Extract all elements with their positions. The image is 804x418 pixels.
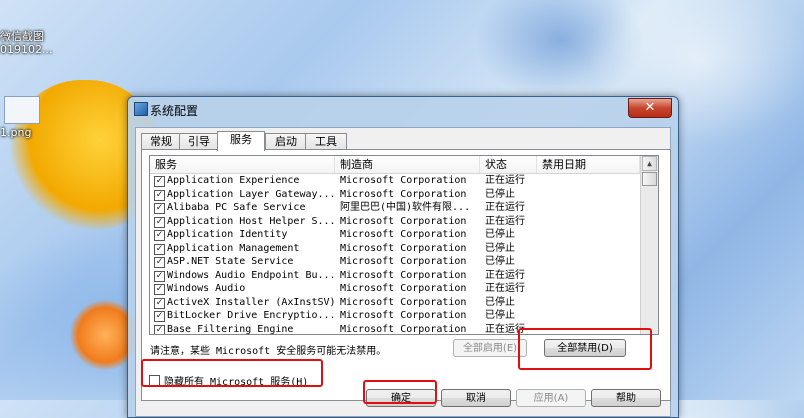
highlight-ok	[363, 380, 437, 404]
column-header-service[interactable]: 服务	[150, 156, 335, 173]
service-checkbox[interactable]: ✓	[154, 297, 165, 309]
table-row[interactable]: ✓ Windows Audio Endpoint Bu... Microsoft C…	[150, 269, 640, 283]
service-status: 已停止	[485, 296, 515, 308]
service-vendor: Microsoft Corporation	[340, 256, 467, 267]
table-row[interactable]: ✓ Application Identity Microsoft Corporati…	[150, 228, 640, 242]
table-row[interactable]: ✓ BitLocker Drive Encryptio... Microsoft C…	[150, 309, 640, 323]
service-checkbox[interactable]: ✓	[154, 230, 165, 241]
service-name: Application Experience	[167, 175, 300, 186]
cancel-button[interactable]: 取消	[441, 389, 511, 407]
tab-general[interactable]: 常规	[141, 133, 181, 150]
table-row[interactable]: ✓ Application Layer Gateway... Microsoft C…	[150, 188, 640, 202]
tab-startup[interactable]: 启动	[265, 133, 307, 150]
service-rows: ✓ Application Experience Microsoft Corpora…	[150, 174, 640, 335]
service-checkbox[interactable]: ✓	[154, 216, 165, 228]
list-header: 服务 制造商 状态 禁用日期	[150, 156, 640, 174]
service-checkbox[interactable]: ✓	[154, 189, 165, 201]
desktop-icon-label: 微信截图	[0, 30, 44, 43]
service-status: 正在运行	[485, 283, 525, 294]
service-vendor: 阿里巴巴(中国)软件有限...	[340, 202, 471, 213]
highlight-hide-microsoft	[141, 359, 323, 387]
service-checkbox[interactable]: ✓	[154, 243, 165, 255]
column-header-status[interactable]: 状态	[480, 156, 537, 173]
list-scrollbar[interactable]: ▲	[640, 156, 658, 334]
service-status: 已停止	[485, 242, 515, 254]
service-status: 已停止	[485, 188, 515, 200]
service-checkbox[interactable]: ✓	[154, 270, 165, 282]
service-status: 正在运行	[485, 269, 525, 281]
security-note: 请注意，某些 Microsoft 安全服务可能无法禁用。	[150, 346, 387, 357]
desktop-icon-label: 1.png	[0, 126, 32, 139]
apply-button[interactable]: 应用(A)	[516, 389, 586, 407]
msconfig-icon	[134, 102, 148, 116]
service-name: Application Management	[167, 242, 300, 254]
table-row[interactable]: ✓ Windows Audio Microsoft Corporation 正在运行	[150, 282, 640, 296]
service-vendor: Microsoft Corporation	[340, 242, 467, 254]
service-status: 正在运行	[485, 202, 525, 213]
service-name: Application Identity	[167, 229, 288, 240]
service-status: 正在运行	[485, 215, 525, 227]
dialog-titlebar[interactable]: 系统配置 ✕	[128, 97, 678, 121]
scroll-thumb[interactable]	[642, 172, 657, 186]
tab-boot[interactable]: 引导	[179, 133, 219, 150]
table-row[interactable]: ✓ ActiveX Installer (AxInstSV) Microsoft C…	[150, 296, 640, 310]
dialog-title: 系统配置	[150, 104, 199, 118]
highlight-disable-all	[518, 328, 652, 370]
service-checkbox[interactable]: ✓	[154, 311, 165, 322]
desktop-icon-label: 019102...	[0, 43, 53, 56]
service-status: 已停止	[485, 310, 515, 321]
image-file-icon	[4, 96, 40, 124]
service-vendor: Microsoft Corporation	[340, 296, 467, 308]
column-header-disable-date[interactable]: 禁用日期	[537, 156, 640, 173]
service-name: BitLocker Drive Encryptio...	[167, 310, 336, 321]
enable-all-button[interactable]: 全部启用(E)	[453, 339, 527, 357]
service-vendor: Microsoft Corporation	[340, 269, 467, 281]
service-vendor: Microsoft Corporation	[340, 229, 467, 240]
service-checkbox[interactable]: ✓	[154, 203, 165, 214]
table-row[interactable]: ✓ Application Experience Microsoft Corpora…	[150, 174, 640, 188]
close-button[interactable]: ✕	[628, 98, 672, 118]
table-row[interactable]: ✓ Alibaba PC Safe Service 阿里巴巴(中国)软件有限... 正…	[150, 201, 640, 215]
services-list[interactable]: 服务 制造商 状态 禁用日期 ✓ Application Experience Mi…	[149, 155, 659, 335]
tab-services[interactable]: 服务	[217, 131, 265, 151]
service-name: Windows Audio	[167, 283, 246, 294]
service-status: 已停止	[485, 256, 515, 267]
tab-tools[interactable]: 工具	[305, 133, 347, 150]
service-vendor: Microsoft Corporation	[340, 175, 467, 186]
service-checkbox[interactable]: ✓	[154, 257, 165, 268]
desktop-icon-screenshot[interactable]: 微信截图 019102...	[0, 0, 56, 56]
service-vendor: Microsoft Corporation	[340, 323, 467, 335]
column-header-vendor[interactable]: 制造商	[335, 156, 480, 173]
table-row[interactable]: ✓ Application Host Helper S... Microsoft C…	[150, 215, 640, 229]
service-status: 已停止	[485, 229, 515, 240]
service-name: Application Layer Gateway...	[167, 188, 336, 200]
service-vendor: Microsoft Corporation	[340, 283, 467, 294]
table-row[interactable]: ✓ ASP.NET State Service Microsoft Corporat…	[150, 255, 640, 269]
service-name: ActiveX Installer (AxInstSV)	[167, 296, 336, 308]
service-checkbox[interactable]: ✓	[154, 324, 165, 334]
service-status: 正在运行	[485, 175, 525, 186]
close-icon: ✕	[644, 100, 656, 115]
service-name: Application Host Helper S...	[167, 215, 336, 227]
table-row[interactable]: ✓ Application Management Microsoft Corpora…	[150, 242, 640, 256]
help-button[interactable]: 帮助	[591, 389, 661, 407]
service-name: ASP.NET State Service	[167, 256, 294, 267]
service-name: Base Filtering Engine	[167, 323, 294, 335]
service-name: Alibaba PC Safe Service	[167, 202, 306, 213]
service-checkbox[interactable]: ✓	[154, 284, 165, 295]
service-vendor: Microsoft Corporation	[340, 215, 467, 227]
service-vendor: Microsoft Corporation	[340, 188, 467, 200]
desktop-icon-png[interactable]: 1.png	[0, 96, 56, 139]
service-checkbox[interactable]: ✓	[154, 176, 165, 187]
service-vendor: Microsoft Corporation	[340, 310, 467, 321]
service-name: Windows Audio Endpoint Bu...	[167, 269, 336, 281]
scroll-up-icon[interactable]: ▲	[642, 156, 657, 171]
